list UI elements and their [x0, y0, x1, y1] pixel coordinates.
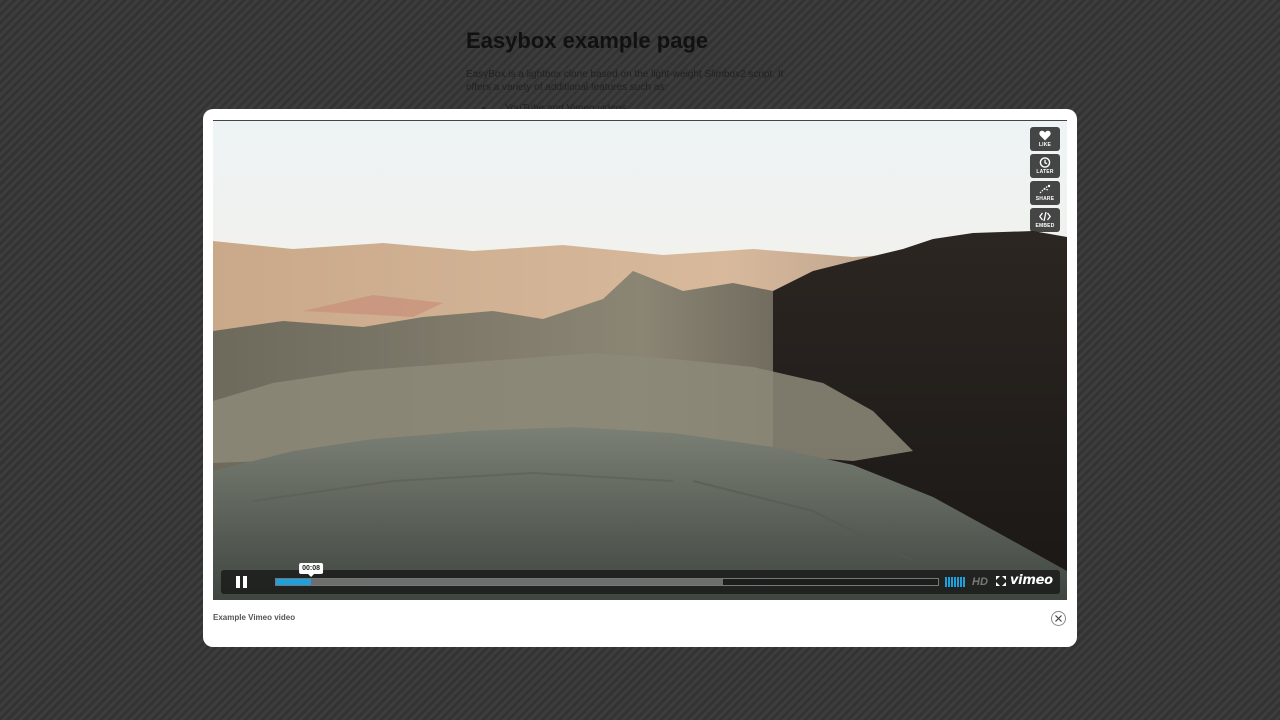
heart-icon: [1039, 130, 1051, 141]
lightbox: LIKE LATER SHARE EMBED 00:08 HD vimeo Ex…: [203, 109, 1077, 647]
video-player[interactable]: LIKE LATER SHARE EMBED 00:08 HD vimeo: [213, 120, 1067, 600]
pause-icon: [235, 576, 247, 588]
embed-label: EMBED: [1035, 223, 1055, 229]
code-icon: [1039, 211, 1051, 222]
background-page: Easybox example page EasyBox is a lightb…: [466, 28, 806, 115]
like-label: LIKE: [1038, 142, 1052, 148]
page-intro: EasyBox is a lightbox clone based on the…: [466, 69, 784, 93]
video-frame[interactable]: [213, 121, 1067, 600]
current-time-badge: 00:08: [299, 563, 324, 577]
hd-toggle[interactable]: HD: [972, 575, 988, 589]
volume-control[interactable]: [945, 577, 965, 587]
like-button[interactable]: LIKE: [1030, 127, 1060, 151]
lightbox-caption: Example Vimeo video: [213, 613, 296, 622]
player-controls: 00:08 HD vimeo: [221, 563, 1060, 594]
progress-played: [276, 579, 312, 585]
later-label: LATER: [1036, 169, 1054, 175]
share-button[interactable]: SHARE: [1030, 181, 1060, 205]
watch-later-button[interactable]: LATER: [1030, 154, 1060, 178]
progress-loaded: [276, 579, 723, 585]
page-title: Easybox example page: [466, 28, 709, 53]
close-icon: [1055, 615, 1062, 622]
share-icon: [1039, 184, 1051, 194]
vimeo-logo[interactable]: vimeo: [1010, 573, 1053, 589]
share-label: SHARE: [1035, 196, 1055, 202]
progress-bar[interactable]: 00:08: [275, 563, 939, 586]
fullscreen-icon: [996, 576, 1006, 586]
embed-button[interactable]: EMBED: [1030, 208, 1060, 232]
side-buttons: LIKE LATER SHARE EMBED: [1030, 127, 1060, 235]
close-button[interactable]: [1051, 611, 1066, 626]
pause-button[interactable]: [221, 570, 261, 594]
clock-icon: [1039, 157, 1051, 168]
fullscreen-button[interactable]: [996, 576, 1006, 586]
